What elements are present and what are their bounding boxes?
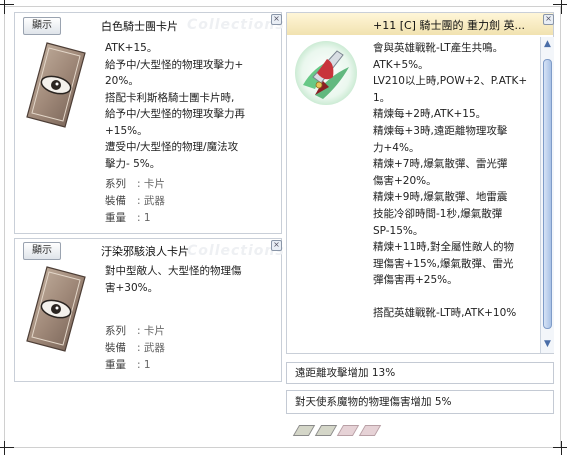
crop-mark — [553, 447, 567, 448]
empty-slot-icon[interactable] — [336, 425, 360, 436]
crop-mark — [0, 447, 14, 448]
desc-line: SP-15%。 — [373, 224, 424, 237]
item-tooltip-gravity-sword: +11 [C] 騎士團的 重力劍 英... × 會與英雄戰靴-LT產生共鳴。 A… — [286, 12, 554, 354]
desc-line: 精煉+7時,爆氣散彈、雷光彈 — [373, 158, 508, 171]
desc-line: 擊力- 5%。 — [105, 157, 161, 170]
desc-line: LV210以上時,POW+2、P.ATK+ — [373, 75, 528, 88]
desc-line: 傷害+20%。 — [373, 174, 437, 187]
item-description: 對中型敵人、大型怪的物理傷 害+30%。 — [105, 263, 242, 296]
empty-slot-icon[interactable] — [358, 425, 382, 436]
crop-mark — [4, 441, 5, 455]
desc-line: 給予中/大型怪的物理攻擊力再 — [105, 108, 246, 120]
card-slots — [286, 418, 554, 440]
crop-mark — [4, 0, 5, 14]
item-description: 會與英雄戰靴-LT產生共鳴。 ATK+5%。 LV210以上時,POW+2、P.… — [373, 40, 527, 322]
scroll-thumb[interactable] — [543, 59, 552, 329]
desc-line: 技能冷卻時間-1秒,爆氣散彈 — [373, 207, 503, 220]
desc-line: 力+4%。 — [373, 141, 420, 154]
item-description: ATK+15。 給予中/大型怪的物理攻擊力+ 20%。 搭配卡利斯格騎士團卡片時… — [105, 40, 245, 172]
desc-line: 1。 — [373, 91, 391, 104]
stat-label: 裝備 — [105, 342, 126, 354]
random-option-1: 遠距離攻擊增加 13% — [286, 362, 554, 384]
sword-icon — [295, 41, 357, 105]
stat-value: : 武器 — [137, 195, 165, 207]
item-tooltip-white-knight-card: Collections 顯示 白色騎士團卡片 × ATK+15。 給予中/大型怪… — [14, 12, 284, 234]
desc-line: ATK+5%。 — [373, 58, 429, 71]
desc-line: 搭配卡利斯格騎士團卡片時, — [105, 91, 235, 104]
scroll-down-icon[interactable]: ▼ — [542, 339, 553, 350]
card-slot-icon[interactable] — [292, 425, 316, 436]
eye-card-icon — [26, 266, 86, 352]
crop-mark — [561, 441, 562, 455]
desc-line: 精煉每+3時,遠距離物理攻擊 — [373, 124, 508, 137]
show-button[interactable]: 顯示 — [23, 17, 61, 35]
show-button[interactable]: 顯示 — [23, 242, 61, 260]
stat-value: : 卡片 — [137, 178, 165, 190]
desc-line: 理傷害+15%,爆氣散彈、雷光 — [373, 257, 514, 270]
eye-card-icon — [26, 42, 86, 128]
desc-line: ATK+15。 — [105, 42, 158, 54]
desc-line: 20%。 — [105, 75, 139, 87]
stat-value: : 卡片 — [137, 325, 165, 337]
stat-label: 重量 — [105, 359, 126, 371]
stat-value: : 1 — [137, 359, 151, 371]
close-icon[interactable]: × — [271, 240, 282, 251]
item-stats: 系列 : 卡片 裝備 : 武器 重量 : 1 — [105, 323, 165, 374]
stat-label: 裝備 — [105, 195, 126, 207]
close-icon[interactable]: × — [543, 14, 554, 25]
item-tooltip-corrupted-wanderer-card: Collections 顯示 汙染邪駭浪人卡片 × 對中型敵人、大型怪的物理傷 … — [14, 238, 284, 382]
item-title: +11 [C] 騎士團的 重力劍 英... — [373, 19, 525, 32]
desc-line: 對中型敵人、大型怪的物理傷 — [105, 265, 242, 277]
stat-label: 重量 — [105, 212, 126, 224]
desc-line: 會與英雄戰靴-LT產生共鳴。 — [373, 42, 504, 54]
desc-line: 搭配英雄戰靴-LT時,ATK+10% — [373, 306, 517, 319]
crop-mark — [553, 4, 567, 5]
scroll-up-icon[interactable]: ▲ — [542, 39, 553, 50]
item-title: 白色騎士團卡片 — [101, 20, 178, 33]
desc-line: 給予中/大型怪的物理攻擊力+ — [105, 58, 244, 71]
desc-line: 彈傷害再+25%。 — [373, 274, 458, 287]
crop-mark — [561, 0, 562, 14]
stat-label: 系列 — [105, 325, 126, 337]
stat-value: : 1 — [137, 212, 151, 224]
scrollbar[interactable]: ▲ ▼ — [540, 37, 554, 353]
random-option-2: 對天使系魔物的物理傷害增加 5% — [286, 390, 554, 414]
stat-value: : 武器 — [137, 342, 165, 354]
desc-line: 精煉+11時,對全屬性敵人的物 — [373, 241, 514, 254]
desc-line: 害+30%。 — [105, 281, 159, 294]
close-icon[interactable]: × — [271, 14, 282, 25]
card-slot-icon[interactable] — [314, 425, 338, 436]
crop-mark — [0, 4, 14, 5]
item-stats: 系列 : 卡片 裝備 : 武器 重量 : 1 — [105, 176, 165, 227]
desc-line: +15%。 — [105, 124, 148, 137]
desc-line: 精煉每+2時,ATK+15。 — [373, 108, 487, 121]
desc-line: 精煉+9時,爆氣散彈、地雷震 — [373, 191, 508, 204]
stat-label: 系列 — [105, 178, 126, 190]
desc-line — [373, 289, 527, 305]
item-title: 汙染邪駭浪人卡片 — [101, 245, 189, 258]
desc-line: 遭受中/大型怪的物理/魔法攻 — [105, 141, 239, 153]
